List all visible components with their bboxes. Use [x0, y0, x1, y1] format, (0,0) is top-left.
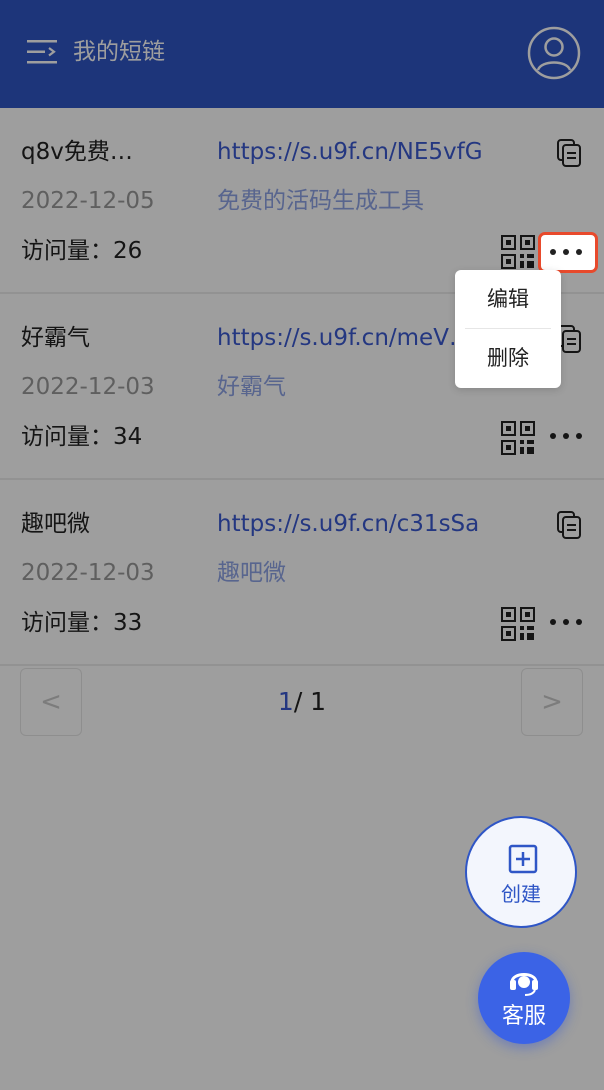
- add-icon: [508, 844, 538, 874]
- link-url[interactable]: https://s.u9f.cn/c31sSa: [217, 508, 479, 540]
- copy-icon[interactable]: [556, 139, 582, 167]
- copy-icon[interactable]: [556, 511, 582, 539]
- page-title: 我的短链: [73, 39, 165, 65]
- link-list: q8v免费… https://s.u9f.cn/NE5vfG 2022-12-0…: [0, 108, 604, 1090]
- link-date: 2022-12-03: [21, 374, 155, 400]
- customer-service-button[interactable]: 客服: [478, 952, 570, 1044]
- delete-menu-item[interactable]: 删除: [455, 329, 561, 387]
- link-description: 趣吧微: [217, 560, 286, 586]
- visit-count: 访问量：33: [21, 610, 143, 636]
- link-name: 好霸气: [21, 325, 90, 351]
- link-date: 2022-12-03: [21, 560, 155, 586]
- visit-count: 访问量：34: [21, 424, 143, 450]
- link-card: q8v免费… https://s.u9f.cn/NE5vfG 2022-12-0…: [0, 108, 604, 294]
- link-date: 2022-12-05: [21, 188, 155, 214]
- current-page: 1: [277, 687, 294, 716]
- link-name: 趣吧微: [21, 511, 90, 537]
- qr-code-icon[interactable]: [501, 235, 535, 269]
- menu-icon[interactable]: [27, 38, 59, 66]
- app-header: 我的短链: [0, 0, 604, 108]
- headset-icon: [510, 973, 538, 996]
- edit-menu-item[interactable]: 编辑: [455, 270, 561, 328]
- create-label: 创建: [501, 882, 541, 906]
- create-button[interactable]: 创建: [465, 816, 577, 928]
- action-popup-menu: 编辑 删除: [455, 270, 561, 388]
- page-indicator: 1/ 1: [262, 686, 342, 718]
- customer-service-label: 客服: [501, 1004, 546, 1029]
- link-description: 好霸气: [217, 374, 286, 400]
- more-icon[interactable]: [548, 244, 584, 260]
- link-url[interactable]: https://s.u9f.cn/meV…: [217, 322, 472, 354]
- total-pages: / 1: [293, 687, 327, 716]
- link-name: q8v免费…: [21, 139, 133, 165]
- link-description: 免费的活码生成工具: [217, 188, 424, 214]
- next-page-button[interactable]: >: [521, 668, 583, 736]
- more-icon[interactable]: [548, 428, 584, 444]
- qr-code-icon[interactable]: [501, 421, 535, 455]
- user-avatar-icon[interactable]: [527, 26, 581, 80]
- link-url[interactable]: https://s.u9f.cn/NE5vfG: [217, 136, 483, 168]
- pagination: < 1/ 1 >: [0, 668, 604, 748]
- prev-page-button[interactable]: <: [20, 668, 82, 736]
- visit-count: 访问量：26: [21, 238, 143, 264]
- link-card: 趣吧微 https://s.u9f.cn/c31sSa 2022-12-03 趣…: [0, 480, 604, 666]
- more-icon[interactable]: [548, 614, 584, 630]
- qr-code-icon[interactable]: [501, 607, 535, 641]
